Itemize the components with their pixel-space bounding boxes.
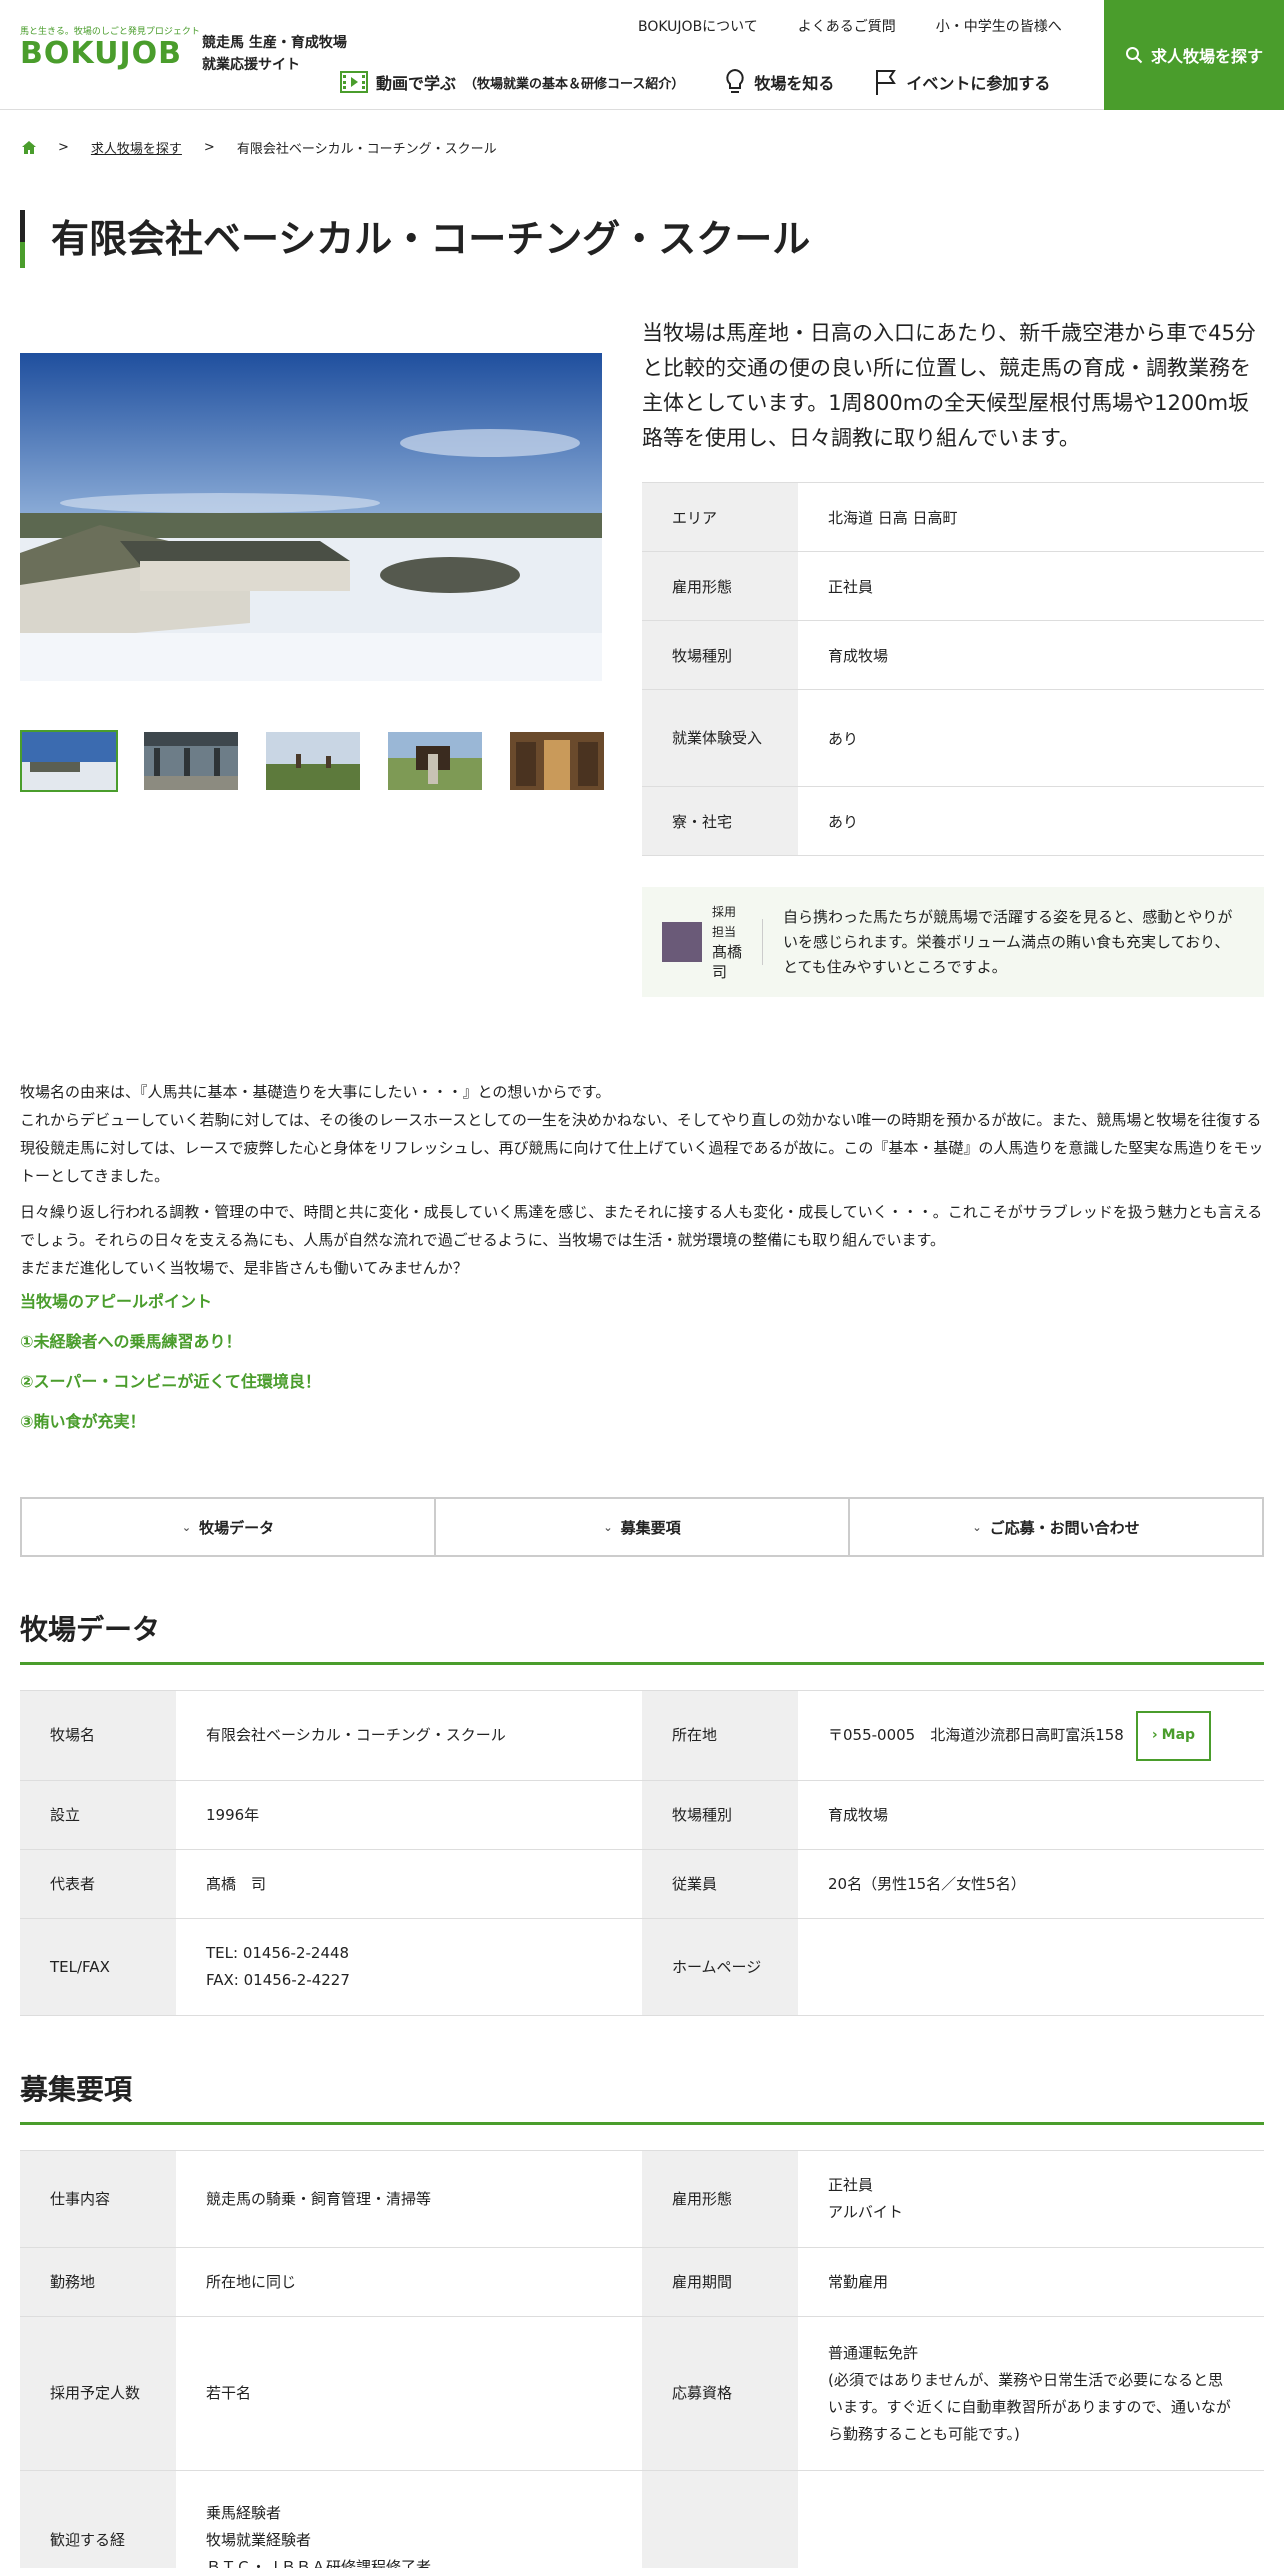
top-link-faq[interactable]: よくあるご質問 [798,16,896,36]
main-farm-photo[interactable] [20,353,602,681]
appeal-title: 当牧場のアピールポイント [20,1292,213,1311]
top-link-students[interactable]: 小・中学生の皆様へ [936,16,1062,36]
farm-description: 牧場名の由来は、『人馬共に基本・基礎造りを大事にしたい・・・』との想いからです。… [20,1078,1264,1448]
farm-data-heading: 牧場データ [20,1608,1264,1665]
thumbnail-3[interactable] [264,730,362,792]
farm-intro: 当牧場は馬産地・日高の入口にあたり、新千歳空港から車で45分と比較的交通の便の良… [642,321,1256,450]
table-row: TEL/FAX TEL: 01456-2-2448 FAX: 01456-2-42… [20,1918,1264,2016]
breadcrumb: > 求人牧場を探す > 有限会社ベーシカル・コーチング・スクール [22,138,497,157]
tab-recruitment[interactable]: ⌄ 募集要項 [436,1499,850,1555]
film-icon [340,71,368,93]
breadcrumb-current: 有限会社ベーシカル・コーチング・スクール [236,142,497,157]
breadcrumb-link-search[interactable]: 求人牧場を探す [91,138,182,157]
table-row: 仕事内容 競走馬の騎乗・飼育管理・清掃等 雇用形態 正社員 アルバイト [20,2150,1264,2248]
summary-row: エリア 北海道 日高 日高町 [642,482,1264,552]
table-row: 牧場名 有限会社ベーシカル・コーチング・スクール 所在地 〒055-0005 北… [20,1690,1264,1781]
table-row: 歓迎する経 乗馬経験者 牧場就業経験者 ＢＴＣ・ＪＢＢＡ研修課程修了者 [20,2470,1264,2568]
appeal-point-3: ③賄い食が充実！ [20,1412,146,1431]
recruitment-heading: 募集要項 [20,2068,1264,2125]
site-logo[interactable]: 馬と生きる。牧場のしごと発見プロジェクト BOKUJOB [20,24,200,74]
thumbnail-4[interactable] [386,730,484,792]
search-farms-button[interactable]: 求人牧場を探す [1104,0,1284,110]
nav-events[interactable]: イベントに参加する [874,68,1050,96]
tab-contact[interactable]: ⌄ ご応募・お問い合わせ [850,1499,1262,1555]
site-subtitle: 競走馬 生産・育成牧場 就業応援サイト [202,35,347,73]
farm-data-table: 牧場名 有限会社ベーシカル・コーチング・スクール 所在地 〒055-0005 北… [20,1690,1264,2016]
main-nav: 動画で学ぶ （牧場就業の基本＆研修コース紹介） 牧場を知る イベントに参加する [340,68,1050,96]
nav-video[interactable]: 動画で学ぶ （牧場就業の基本＆研修コース紹介） [340,70,684,94]
staff-comment: 採用担当 髙橋 司 自ら携わった馬たちが競馬場で活躍する姿を見ると、感動とやりが… [642,887,1264,997]
chevron-down-icon: ⌄ [972,1520,982,1534]
tab-farm-data[interactable]: ⌄ 牧場データ [22,1499,436,1555]
photo-thumbnails [20,730,606,792]
home-icon[interactable] [22,141,36,154]
avatar [662,922,702,962]
thumbnail-2[interactable] [142,730,240,792]
thumbnail-5[interactable] [508,730,606,792]
flag-icon [876,70,897,95]
staff-name: 髙橋 司 [712,943,758,981]
summary-row: 雇用形態 正社員 [642,551,1264,621]
nav-know-farms[interactable]: 牧場を知る [724,68,834,96]
search-icon [1125,47,1143,64]
top-link-about[interactable]: BOKUJOBについて [638,16,758,36]
summary-row: 寮・社宅 あり [642,786,1264,856]
thumbnail-1[interactable] [20,730,118,792]
table-row: 勤務地 所在地に同じ 雇用期間 常勤雇用 [20,2247,1264,2317]
summary-row: 就業体験受入 あり [642,689,1264,787]
summary-table: エリア 北海道 日高 日高町 雇用形態 正社員 牧場種別 育成牧場 就業体験受入 あり … [642,482,1264,856]
table-row: 設立 1996年 牧場種別 育成牧場 [20,1780,1264,1850]
map-button[interactable]: › Map [1135,1710,1212,1761]
summary-row: 牧場種別 育成牧場 [642,620,1264,690]
lightbulb-icon [726,68,745,93]
chevron-right-icon: › [1151,1727,1158,1743]
chevron-down-icon: ⌄ [603,1520,613,1534]
appeal-point-2: ②スーパー・コンビニが近くて住環境良！ [20,1372,321,1391]
logo-wordmark: BOKUJOB [20,36,182,71]
staff-role: 採用担当 [712,905,737,939]
recruitment-table: 仕事内容 競走馬の騎乗・飼育管理・清掃等 雇用形態 正社員 アルバイト 勤務地 所… [20,2150,1264,2568]
page-title: 有限会社ベーシカル・コーチング・スクール [20,210,810,268]
staff-message: 自ら携わった馬たちが競馬場で活躍する姿を見ると、感動とやりがいを感じられます。栄… [783,907,1233,976]
chevron-down-icon: ⌄ [181,1520,192,1534]
appeal-point-1: ①未経験者への乗馬練習あり！ [20,1332,242,1351]
title-accent [20,210,25,242]
top-links: BOKUJOBについて よくあるご質問 小・中学生の皆様へ [638,16,1062,36]
site-header: 馬と生きる。牧場のしごと発見プロジェクト BOKUJOB 競走馬 生産・育成牧場… [0,0,1284,110]
table-row: 代表者 髙橋 司 従業員 20名（男性15名／女性5名） [20,1849,1264,1919]
divider [762,919,763,965]
table-row: 採用予定人数 若干名 応募資格 普通運転免許 (必須ではありませんが、業務や日常生… [20,2316,1264,2471]
section-tabs: ⌄ 牧場データ ⌄ 募集要項 ⌄ ご応募・お問い合わせ [20,1497,1264,1557]
